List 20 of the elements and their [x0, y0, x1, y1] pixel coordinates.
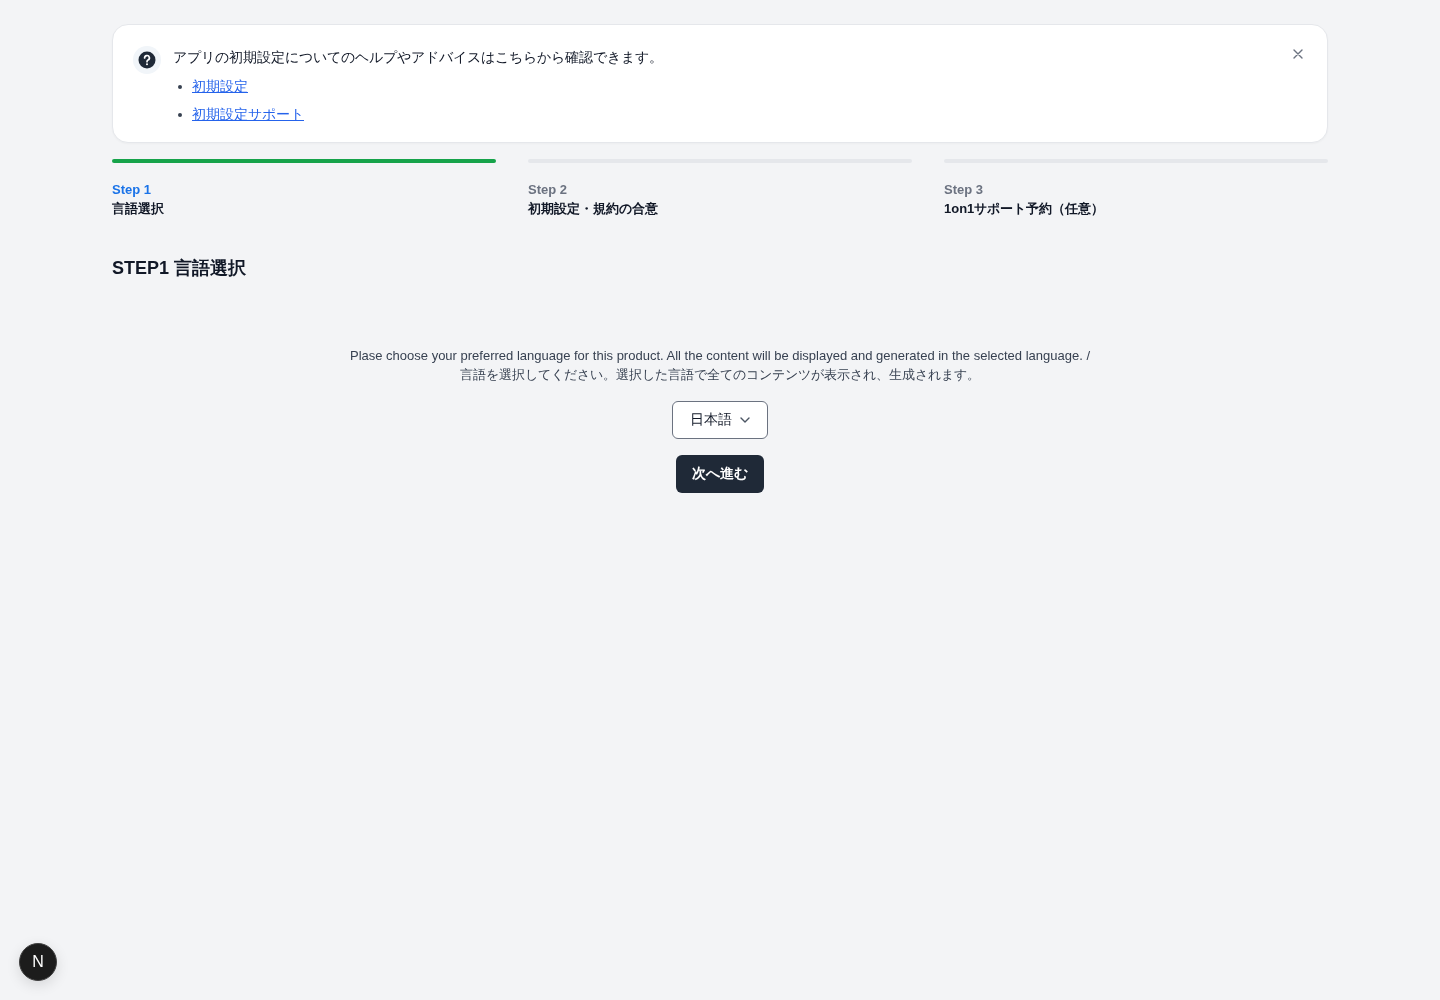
close-button[interactable] — [1291, 47, 1305, 61]
language-description: Plase choose your preferred language for this product. All the content will be displayed and generated in the selected language. / 言語を選択してください。選択した言語で全てのコンテンツが表示され、生成されます。 — [349, 347, 1090, 384]
help-link[interactable]: 初期設定サポート — [192, 106, 304, 124]
step-label: Step 3 — [944, 181, 983, 199]
help-icon — [133, 46, 161, 74]
dev-badge[interactable]: N — [19, 943, 57, 981]
page-heading: STEP1 言語選択 — [112, 257, 247, 280]
step-title: 初期設定・規約の合意 — [528, 200, 658, 218]
step-title: 1on1サポート予約（任意） — [944, 200, 1105, 218]
help-link[interactable]: 初期設定 — [192, 78, 248, 96]
step-title: 言語選択 — [112, 200, 164, 218]
language-select[interactable]: 日本語 — [672, 401, 768, 439]
help-message: アプリの初期設定についてのヘルプやアドバイスはこちらから確認できます。 — [173, 48, 663, 67]
next-button[interactable]: 次へ進む — [676, 455, 764, 493]
step-label: Step 1 — [112, 181, 151, 199]
step-label: Step 2 — [528, 181, 567, 199]
bullet-icon — [178, 113, 182, 117]
bullet-icon — [178, 85, 182, 89]
chevron-icon — [740, 417, 750, 423]
close-icon — [1293, 49, 1303, 59]
